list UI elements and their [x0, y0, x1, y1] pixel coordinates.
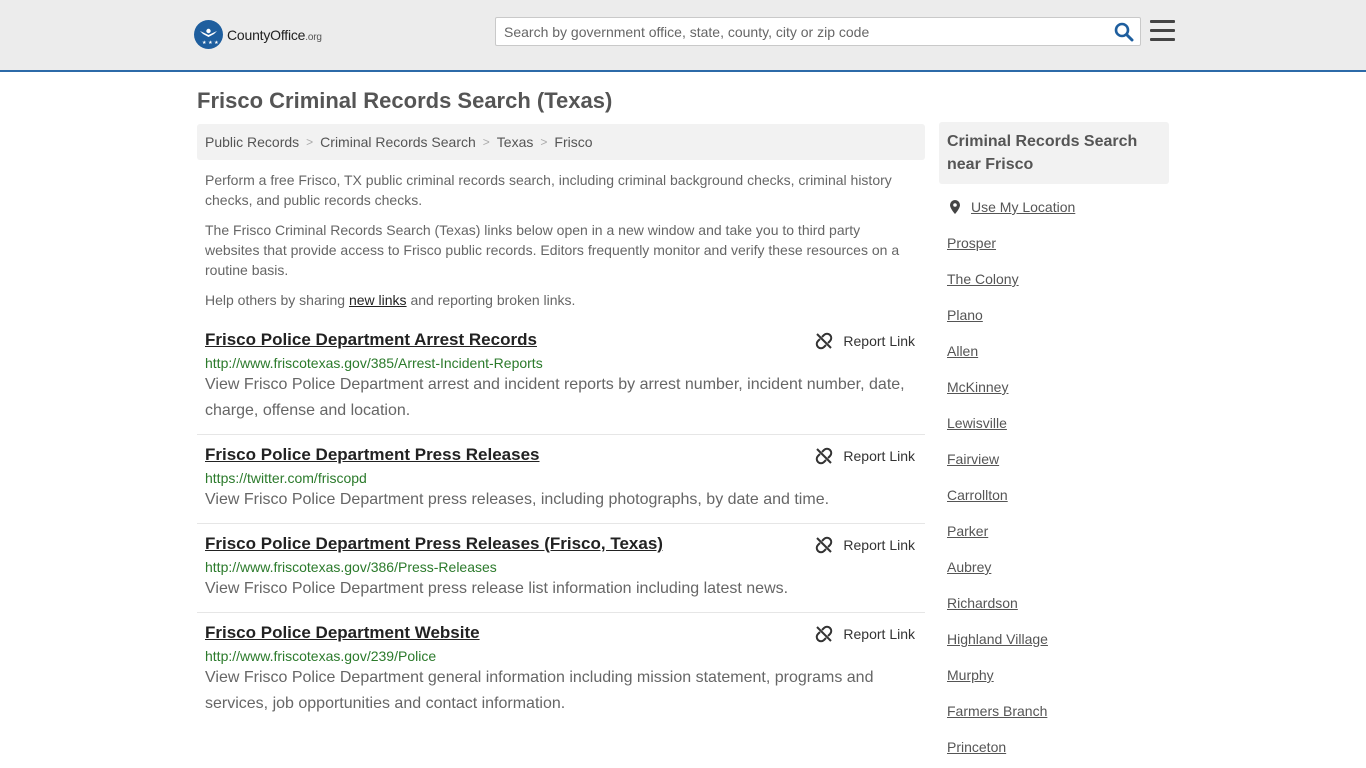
sidebar-item-aubrey: Aubrey — [947, 559, 1169, 595]
result-url: http://www.friscotexas.gov/386/Press-Rel… — [205, 559, 497, 575]
city-link[interactable]: Carrollton — [947, 487, 1008, 503]
report-link-button[interactable]: Report Link — [815, 625, 915, 643]
city-link[interactable]: Richardson — [947, 595, 1018, 611]
broken-link-icon — [816, 332, 833, 350]
result-item: Frisco Police Department Arrest Records … — [197, 320, 925, 435]
result-item: Frisco Police Department Press Releases … — [197, 524, 925, 613]
city-link[interactable]: Highland Village — [947, 631, 1048, 647]
city-link[interactable]: Parker — [947, 523, 988, 539]
report-link-button[interactable]: Report Link — [815, 536, 915, 554]
disclaimer-paragraph: The Frisco Criminal Records Search (Texa… — [205, 222, 900, 278]
use-location-item: Use My Location — [947, 199, 1169, 235]
breadcrumb-criminal-records-search[interactable]: Criminal Records Search — [320, 134, 476, 150]
sidebar-item-carrollton: Carrollton — [947, 487, 1169, 523]
result-description: View Frisco Police Department press rele… — [205, 491, 830, 508]
city-link[interactable]: The Colony — [947, 271, 1019, 287]
city-link[interactable]: Fairview — [947, 451, 999, 467]
map-pin-icon — [950, 200, 960, 214]
broken-link-icon — [816, 536, 833, 554]
sidebar-item-lewisville: Lewisville — [947, 415, 1169, 451]
city-link[interactable]: Princeton — [947, 739, 1006, 755]
logo-eagle-icon: ★ ★ ★ — [194, 20, 223, 49]
city-link[interactable]: Allen — [947, 343, 978, 359]
sidebar-item-murphy: Murphy — [947, 667, 1169, 703]
breadcrumb-public-records[interactable]: Public Records — [205, 134, 299, 150]
result-url: http://www.friscotexas.gov/385/Arrest-In… — [205, 355, 543, 371]
intro-paragraph: Perform a free Frisco, TX public crimina… — [205, 172, 892, 208]
sidebar-item-richardson: Richardson — [947, 595, 1169, 631]
sidebar-item-prosper: Prosper — [947, 235, 1169, 271]
city-link[interactable]: McKinney — [947, 379, 1008, 395]
share-paragraph: Help others by sharing new links and rep… — [205, 292, 576, 308]
svg-text:★ ★ ★: ★ ★ ★ — [202, 40, 219, 46]
sidebar-item-highland-village: Highland Village — [947, 631, 1169, 667]
logo-text: CountyOffice.org — [227, 26, 322, 43]
city-link[interactable]: Lewisville — [947, 415, 1007, 431]
sidebar-item-parker: Parker — [947, 523, 1169, 559]
sidebar-item-plano: Plano — [947, 307, 1169, 343]
broken-link-icon — [816, 625, 833, 643]
breadcrumb-separator-icon: > — [306, 135, 314, 149]
report-link-button[interactable]: Report Link — [815, 447, 915, 465]
hamburger-menu-icon[interactable] — [1150, 20, 1175, 42]
nearby-sidebar: Criminal Records Search near Frisco Use … — [939, 122, 1169, 768]
breadcrumb-separator-icon: > — [540, 135, 548, 149]
nearby-city-list: Use My Location Prosper The Colony Plano… — [939, 199, 1169, 768]
result-description: View Frisco Police Department press rele… — [205, 580, 789, 597]
result-item: Frisco Police Department Website Report … — [197, 613, 925, 727]
sidebar-item-mckinney: McKinney — [947, 379, 1169, 415]
city-link[interactable]: Aubrey — [947, 559, 991, 575]
sidebar-item-fairview: Fairview — [947, 451, 1169, 487]
result-title-link[interactable]: Frisco Police Department Website — [205, 621, 480, 645]
breadcrumb-texas[interactable]: Texas — [497, 134, 534, 150]
result-title-link[interactable]: Frisco Police Department Press Releases … — [205, 532, 663, 556]
result-item: Frisco Police Department Press Releases … — [197, 435, 925, 524]
result-description: View Frisco Police Department arrest and… — [205, 376, 905, 419]
breadcrumb-separator-icon: > — [482, 135, 490, 149]
use-my-location-link[interactable]: Use My Location — [971, 199, 1075, 215]
search-box — [495, 17, 1141, 46]
city-link[interactable]: Prosper — [947, 235, 996, 251]
broken-link-icon — [816, 447, 833, 465]
breadcrumb-frisco[interactable]: Frisco — [554, 134, 592, 150]
city-link[interactable]: Plano — [947, 307, 983, 323]
sidebar-item-allen: Allen — [947, 343, 1169, 379]
result-url: https://twitter.com/friscopd — [205, 470, 367, 486]
result-url: http://www.friscotexas.gov/239/Police — [205, 648, 437, 664]
sidebar-heading: Criminal Records Search near Frisco — [939, 122, 1169, 184]
result-title-link[interactable]: Frisco Police Department Press Releases — [205, 443, 540, 467]
result-title-link[interactable]: Frisco Police Department Arrest Records — [205, 328, 537, 352]
results-list: Frisco Police Department Arrest Records … — [197, 320, 925, 727]
site-header: ★ ★ ★ CountyOffice.org — [0, 0, 1366, 72]
city-link[interactable]: Farmers Branch — [947, 703, 1047, 719]
site-logo[interactable]: ★ ★ ★ CountyOffice.org — [194, 20, 322, 49]
result-description: View Frisco Police Department general in… — [205, 669, 874, 712]
search-input[interactable] — [496, 18, 1106, 45]
page-title: Frisco Criminal Records Search (Texas) — [197, 88, 613, 113]
city-link[interactable]: Murphy — [947, 667, 994, 683]
sidebar-item-farmers-branch: Farmers Branch — [947, 703, 1169, 739]
sidebar-item-princeton: Princeton — [947, 739, 1169, 768]
report-link-button[interactable]: Report Link — [815, 332, 915, 350]
new-links-link[interactable]: new links — [349, 292, 407, 308]
sidebar-item-the-colony: The Colony — [947, 271, 1169, 307]
search-icon[interactable] — [1114, 22, 1134, 42]
breadcrumb: Public Records > Criminal Records Search… — [197, 124, 925, 160]
